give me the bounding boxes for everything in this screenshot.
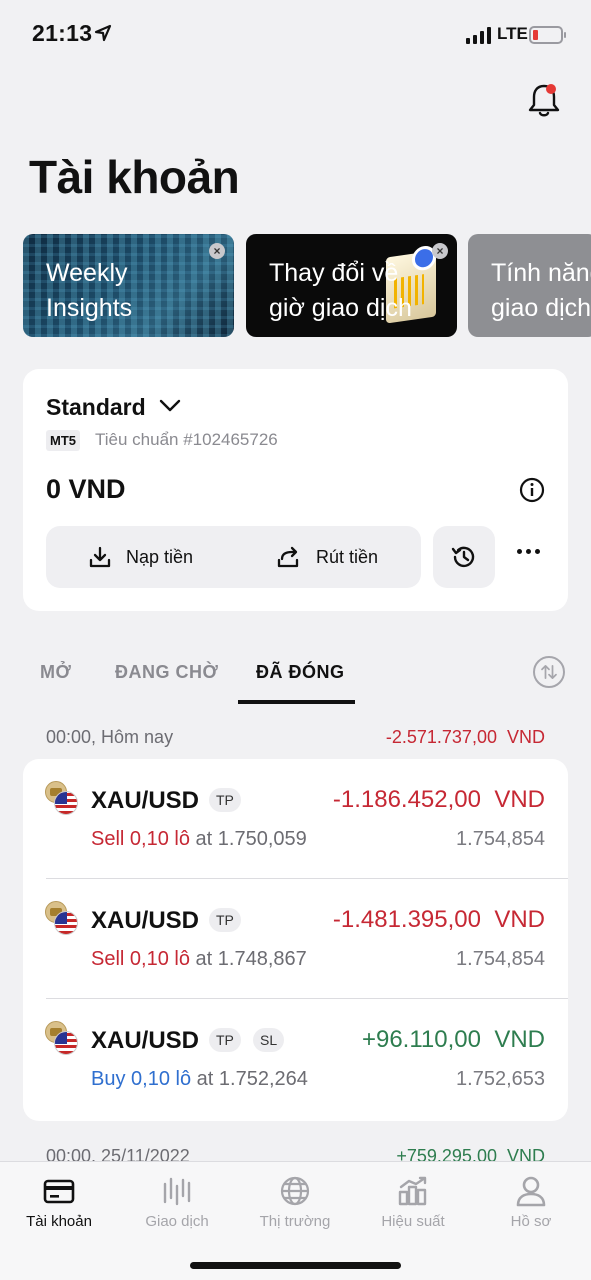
location-arrow-icon [94,24,112,42]
order-tabs: MỞ ĐANG CHỜ ĐÃ ĐÓNG [0,640,591,710]
signal-icon [466,26,491,44]
trade-symbol: XAU/USD [91,907,200,934]
account-name[interactable]: Standard [46,394,146,421]
day-header: 00:00, Hôm nay -2.571.737,00 VND [0,727,591,757]
nav-label: Tài khoản [26,1213,92,1230]
close-price: 1.754,854 [456,828,545,850]
trade-symbol: XAU/USD [91,1027,200,1054]
account-balance: 0 VND [46,474,126,504]
close-price: 1.754,854 [456,948,545,970]
nav-label: Thị trường [259,1213,331,1230]
nav-label: Hồ sơ [510,1213,552,1230]
notification-dot [546,84,556,94]
trade-detail: Sell 0,10 lô at 1.750,059 [91,828,307,850]
nav-market[interactable]: Thị trường [236,1162,354,1252]
history-icon [451,546,475,568]
sort-icon[interactable] [533,656,565,688]
xau-usd-flag-icon [45,901,81,937]
banner-title: Weekly Insights [46,259,133,322]
nav-profile[interactable]: Hồ sơ [472,1162,590,1252]
promo-carousel[interactable]: Weekly Insights × Thay đổi về giờ giao d… [23,234,591,338]
battery-icon [529,26,566,44]
banner-trading-features[interactable]: Tính năng giao dịch [468,234,591,337]
nav-label: Hiệu suất [381,1213,445,1230]
deposit-button[interactable]: Nạp tiền [88,526,193,588]
more-icon[interactable] [517,549,540,554]
trade-lots: 0,10 lô [129,828,190,850]
open-price: 1.750,059 [217,828,307,850]
trade-symbol: XAU/USD [91,787,200,814]
withdraw-button[interactable]: Rút tiền [276,526,378,588]
trade-lots: 0,10 lô [129,948,190,970]
account-type: Tiêu chuẩn #102465726 [95,430,278,449]
trade-side: Sell [91,948,125,970]
trade-side: Buy [91,1068,126,1090]
close-icon[interactable]: × [432,243,448,259]
open-price: 1.748,867 [217,948,307,970]
fund-actions: Nạp tiền Rút tiền [46,526,421,588]
deposit-label: Nạp tiền [126,546,194,567]
trade-row[interactable]: XAU/USD TP SL +96.110,00 VND Buy 0,10 lô… [23,999,568,1119]
banner-trading-hours[interactable]: Thay đổi về giờ giao dịch × [246,234,457,337]
tab-open[interactable]: MỞ [40,662,71,683]
candlestick-icon [163,1177,191,1206]
status-time: 21:13 [32,20,93,46]
xau-usd-flag-icon [45,781,81,817]
tab-pending[interactable]: ĐANG CHỜ [115,662,218,683]
close-price: 1.752,653 [456,1068,545,1090]
withdraw-label: Rút tiền [316,546,379,567]
closed-trades-list: XAU/USD TP -1.186.452,00 VND Sell 0,10 l… [23,759,568,1121]
tp-badge: TP [209,1028,241,1052]
account-card: Standard MT5 Tiêu chuẩn #102465726 0 VND… [23,369,568,611]
trade-lots: 0,10 lô [131,1068,192,1090]
xau-usd-flag-icon [45,1021,81,1057]
banner-title: Tính năng giao dịch [491,259,591,322]
nav-label: Giao dịch [145,1213,209,1230]
page-title: Tài khoản [29,151,240,203]
trade-detail: Buy 0,10 lô at 1.752,264 [91,1068,308,1090]
open-price: 1.752,264 [218,1068,308,1090]
tp-badge: TP [209,908,241,932]
share-icon [277,546,299,568]
nav-account[interactable]: Tài khoản [0,1162,118,1252]
trade-pnl: +96.110,00 VND [361,1026,545,1053]
tab-indicator [238,700,355,704]
network-label: LTE [497,24,528,43]
user-icon [516,1176,546,1207]
card-icon [43,1179,75,1204]
nav-performance[interactable]: Hiệu suất [354,1162,472,1252]
tab-closed[interactable]: ĐÃ ĐÓNG [256,662,345,683]
bar-chart-icon [398,1176,427,1206]
day-total: -2.571.737,00 VND [385,727,545,747]
trade-row[interactable]: XAU/USD TP -1.186.452,00 VND Sell 0,10 l… [23,759,568,879]
banner-weekly-insights[interactable]: Weekly Insights × [23,234,234,337]
close-icon[interactable]: × [209,243,225,259]
platform-badge: MT5 [46,430,80,451]
trade-pnl: -1.186.452,00 VND [332,786,545,813]
chevron-down-icon[interactable] [159,399,181,413]
banner-title: Thay đổi về giờ giao dịch [269,259,412,322]
tp-badge: TP [209,788,241,812]
trade-side: Sell [91,828,125,850]
trade-detail: Sell 0,10 lô at 1.748,867 [91,948,307,970]
sl-badge: SL [253,1028,285,1052]
globe-icon [280,1176,310,1206]
status-bar: 21:13 LTE [0,0,591,70]
home-indicator[interactable] [190,1262,401,1269]
download-icon [89,546,111,568]
nav-trade[interactable]: Giao dịch [118,1162,236,1252]
trade-pnl: -1.481.395,00 VND [332,906,545,933]
trade-row[interactable]: XAU/USD TP -1.481.395,00 VND Sell 0,10 l… [23,879,568,999]
history-button[interactable] [433,526,495,588]
day-date: 00:00, Hôm nay [46,727,174,747]
info-icon[interactable] [519,477,545,503]
